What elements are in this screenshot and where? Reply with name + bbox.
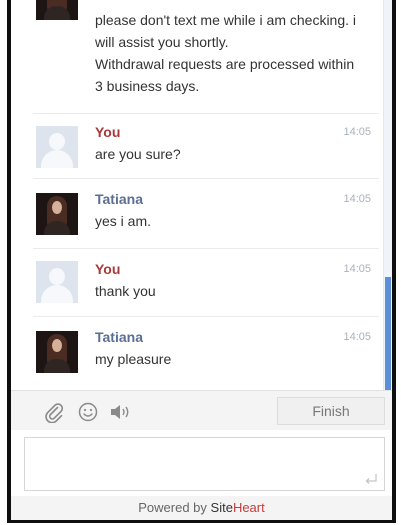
chat-window: please don't text me while i am checking… — [7, 0, 396, 523]
message-item: please don't text me while i am checking… — [11, 0, 383, 108]
message-text: my pleasure — [95, 351, 172, 367]
message-line: Withdrawal requests are processed within — [95, 56, 355, 72]
message-line: will assist you shortly. — [95, 34, 229, 50]
finish-button[interactable]: Finish — [277, 397, 385, 425]
smiley-icon[interactable] — [77, 401, 99, 423]
speaker-icon[interactable] — [109, 401, 131, 423]
message-line: 3 business days. — [95, 78, 200, 94]
agent-avatar — [36, 193, 78, 235]
message-text: yes i am. — [95, 213, 152, 229]
message-item: Tatiana 14:05 yes i am. — [11, 179, 383, 247]
powered-by-text: Powered by — [138, 500, 211, 515]
message-time: 14:05 — [343, 193, 371, 205]
sender-name: You — [95, 124, 121, 140]
sender-name: Tatiana — [95, 329, 143, 345]
brand-site-text[interactable]: Site — [211, 500, 233, 515]
message-scrollbar[interactable] — [383, 0, 392, 390]
message-text: thank you — [95, 283, 156, 299]
scrollbar-thumb[interactable] — [385, 277, 391, 390]
message-input[interactable] — [24, 437, 385, 491]
message-text: are you sure? — [95, 146, 181, 162]
user-avatar — [36, 126, 78, 168]
message-text: please don't text me while i am checking… — [95, 9, 356, 97]
user-avatar — [36, 261, 78, 303]
powered-by-footer: Powered by SiteHeart — [11, 496, 392, 520]
message-time: 14:05 — [343, 126, 371, 138]
agent-avatar — [36, 331, 78, 373]
paperclip-icon[interactable] — [43, 401, 65, 424]
message-item: You 14:05 thank you — [11, 249, 383, 315]
message-time: 14:05 — [343, 263, 371, 275]
enter-icon — [364, 472, 378, 484]
chat-toolbar: Finish — [11, 390, 392, 430]
sender-name: Tatiana — [95, 191, 143, 207]
agent-avatar — [36, 0, 78, 20]
message-item: You 14:05 are you sure? — [11, 114, 383, 176]
message-item: Tatiana 14:05 my pleasure — [11, 317, 383, 387]
message-list[interactable]: please don't text me while i am checking… — [11, 0, 383, 390]
sender-name: You — [95, 261, 121, 277]
message-time: 14:05 — [343, 331, 371, 343]
brand-heart-text[interactable]: Heart — [233, 500, 265, 515]
message-line: please don't text me while i am checking… — [95, 12, 357, 28]
